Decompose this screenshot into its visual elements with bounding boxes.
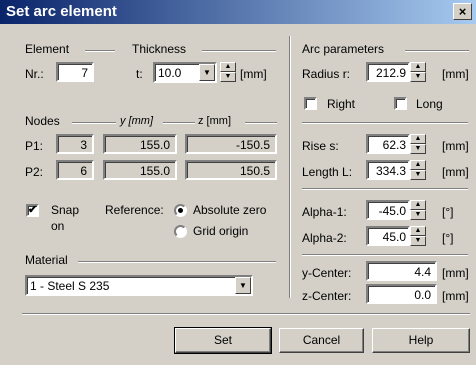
nodes-group-line (72, 122, 116, 124)
p1-label: P1: (25, 139, 44, 153)
p2-node-number: 6 (56, 160, 94, 180)
spin-down-icon[interactable]: ▼ (410, 72, 426, 82)
radius-input[interactable]: 212.9 (366, 62, 410, 82)
long-label: Long (416, 97, 443, 111)
p1-z-value: -150.5 (185, 134, 277, 154)
material-group-line (78, 261, 276, 263)
spin-down-icon[interactable]: ▼ (410, 170, 426, 180)
p1-y-value: 155.0 (103, 134, 177, 154)
alpha1-spinner[interactable]: ▲ ▼ (410, 200, 426, 220)
zcenter-label: z-Center: (302, 289, 352, 303)
arc-separator-3 (302, 254, 468, 256)
element-group-label: Element (25, 42, 70, 56)
thickness-group-line (202, 50, 276, 52)
rise-label: Rise s: (302, 139, 339, 153)
cancel-button[interactable]: Cancel (279, 328, 364, 353)
ycenter-label: y-Center: (302, 266, 352, 280)
thickness-unit: [mm] (240, 67, 267, 81)
snap-checkbox[interactable]: ✔ (26, 204, 39, 217)
nr-label: Nr.: (25, 67, 44, 81)
alpha1-label: Alpha-1: (302, 205, 347, 219)
rise-spinner[interactable]: ▲ ▼ (410, 134, 426, 154)
spin-down-icon[interactable]: ▼ (410, 144, 426, 154)
zcenter-input[interactable]: 0.0 (366, 284, 437, 304)
spin-down-icon[interactable]: ▼ (410, 210, 426, 220)
p1-node-number: 3 (56, 134, 94, 154)
alpha2-unit: [°] (442, 231, 454, 245)
z-column-header: z [mm] (198, 115, 231, 127)
window-title: Set arc element (6, 3, 117, 20)
nodes-z-line (245, 122, 277, 124)
material-group-label: Material (25, 253, 68, 267)
arc-separator-1 (302, 122, 468, 124)
radio-absolute-zero[interactable] (174, 204, 187, 217)
spin-up-icon[interactable]: ▲ (410, 226, 426, 236)
material-value: 1 - Steel S 235 (30, 279, 110, 293)
close-icon[interactable]: × (453, 3, 472, 20)
length-label: Length L: (302, 165, 353, 179)
arc-separator-2 (302, 188, 468, 190)
element-group-line (85, 50, 115, 52)
length-spinner[interactable]: ▲ ▼ (410, 160, 426, 180)
ycenter-unit: [mm] (442, 266, 469, 280)
thickness-group-label: Thickness (132, 42, 187, 56)
title-bar: Set arc element × (0, 0, 476, 24)
thickness-t-label: t: (136, 67, 143, 81)
nodes-y-line (163, 122, 195, 124)
spin-up-icon[interactable]: ▲ (410, 134, 426, 144)
alpha2-label: Alpha-2: (302, 231, 347, 245)
arc-group-line (405, 50, 469, 52)
radius-unit: [mm] (442, 67, 469, 81)
grid-origin-label: Grid origin (193, 224, 249, 238)
right-label: Right (327, 97, 356, 111)
rise-input[interactable]: 62.3 (366, 134, 410, 154)
zcenter-unit: [mm] (442, 289, 469, 303)
nodes-group-label: Nodes (25, 114, 60, 128)
column-separator (289, 36, 291, 298)
alpha2-spinner[interactable]: ▲ ▼ (410, 226, 426, 246)
thickness-spinner[interactable]: ▲ ▼ (220, 62, 236, 82)
reference-label: Reference: (105, 203, 164, 217)
button-separator (22, 313, 470, 315)
element-nr-input[interactable]: 7 (56, 62, 94, 82)
length-unit: [mm] (442, 165, 469, 179)
radius-label: Radius r: (302, 67, 351, 81)
spin-up-icon[interactable]: ▲ (410, 62, 426, 72)
rise-unit: [mm] (442, 139, 469, 153)
chevron-down-icon[interactable]: ▼ (199, 64, 215, 81)
material-select[interactable]: 1 - Steel S 235 ▼ (25, 275, 253, 296)
spin-down-icon[interactable]: ▼ (410, 236, 426, 246)
thickness-select[interactable]: 10.0 ▼ (153, 62, 217, 83)
y-column-header: y [mm] (120, 115, 153, 127)
radio-grid-origin[interactable] (174, 225, 187, 238)
alpha1-input[interactable]: -45.0 (366, 200, 410, 220)
ycenter-input[interactable]: 4.4 (366, 261, 437, 281)
absolute-zero-label: Absolute zero (193, 203, 267, 217)
right-checkbox[interactable] (304, 97, 317, 110)
p2-y-value: 155.0 (103, 160, 177, 180)
spin-up-icon[interactable]: ▲ (410, 200, 426, 210)
help-button[interactable]: Help (372, 328, 470, 353)
alpha1-unit: [°] (442, 205, 454, 219)
radius-spinner[interactable]: ▲ ▼ (410, 62, 426, 82)
spin-up-icon[interactable]: ▲ (220, 62, 236, 72)
thickness-value: 10.0 (158, 66, 182, 80)
snap-label: Snap (51, 203, 80, 217)
length-input[interactable]: 334.3 (366, 160, 410, 180)
arc-group-label: Arc parameters (302, 42, 385, 56)
set-button[interactable]: Set (174, 327, 272, 354)
chevron-down-icon[interactable]: ▼ (235, 277, 251, 294)
p2-label: P2: (25, 165, 44, 179)
p2-z-value: 150.5 (185, 160, 277, 180)
spin-up-icon[interactable]: ▲ (410, 160, 426, 170)
alpha2-input[interactable]: 45.0 (366, 226, 410, 246)
long-checkbox[interactable] (394, 97, 407, 110)
spin-down-icon[interactable]: ▼ (220, 72, 236, 82)
snap-label-on: on (51, 219, 65, 233)
